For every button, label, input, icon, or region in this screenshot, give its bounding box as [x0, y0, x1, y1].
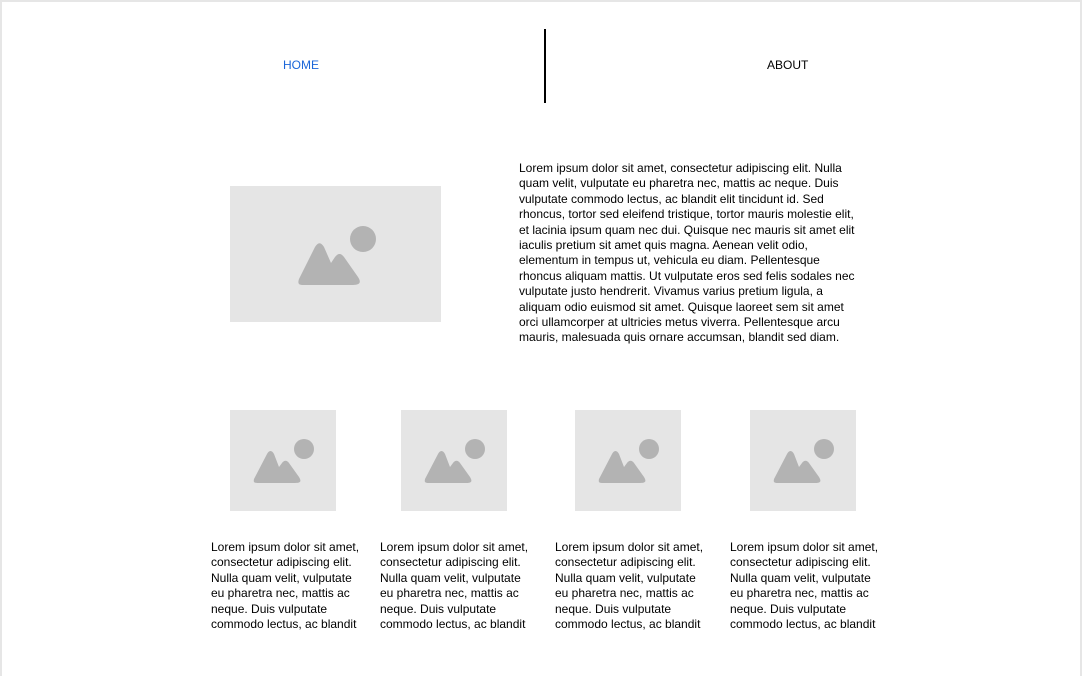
hero-image-placeholder: [230, 186, 441, 322]
card-image-placeholder: [575, 410, 681, 511]
image-placeholder-icon: [773, 438, 834, 483]
card-text: Lorem ipsum dolor sit amet, consectetur …: [555, 540, 704, 632]
nav-about-link[interactable]: ABOUT: [767, 57, 808, 73]
image-placeholder-icon: [297, 226, 376, 285]
card-text: Lorem ipsum dolor sit amet, consectetur …: [380, 540, 529, 632]
image-placeholder-icon: [598, 438, 659, 483]
card-text: Lorem ipsum dolor sit amet, consectetur …: [211, 540, 360, 632]
image-placeholder-icon: [253, 438, 314, 483]
nav-divider: [544, 29, 546, 103]
card-image-placeholder: [750, 410, 856, 511]
card-image-placeholder: [230, 410, 336, 511]
nav-home-link[interactable]: HOME: [283, 57, 319, 73]
hero-text: Lorem ipsum dolor sit amet, consectetur …: [519, 161, 855, 345]
image-placeholder-icon: [424, 438, 485, 483]
card-text: Lorem ipsum dolor sit amet, consectetur …: [730, 540, 879, 632]
page-frame: HOME ABOUT Lorem ipsum dolor sit amet, c…: [0, 0, 1082, 676]
card-image-placeholder: [401, 410, 507, 511]
